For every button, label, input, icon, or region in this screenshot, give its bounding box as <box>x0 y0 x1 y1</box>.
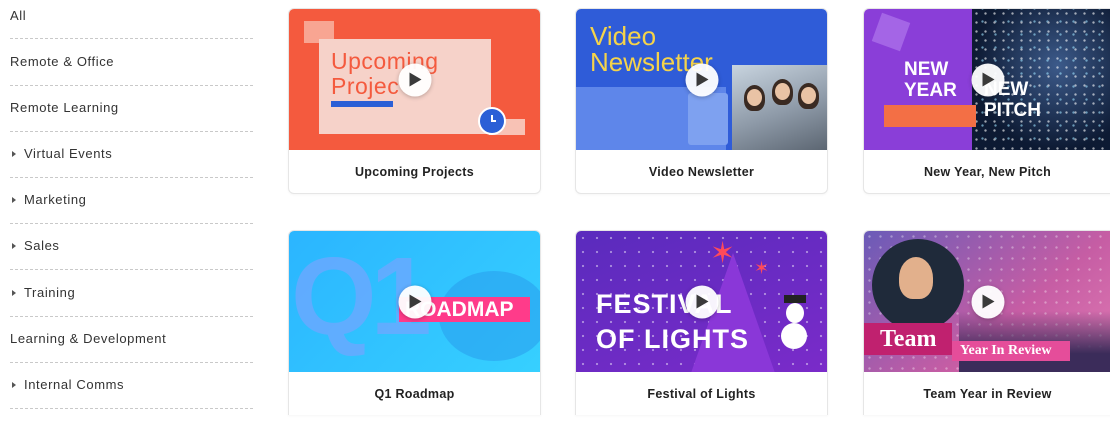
sidebar-item-internal-comms[interactable]: Internal Comms <box>10 377 253 423</box>
play-icon[interactable] <box>685 63 718 96</box>
thumbnail-photo <box>732 65 827 150</box>
divider <box>10 362 253 363</box>
thumbnail-word: FESTIVAL <box>596 289 733 319</box>
template-card-team-year-in-review[interactable]: Team Year In Review Team Year in Review <box>863 230 1110 415</box>
caret-right-icon <box>12 197 16 203</box>
template-card-festival-of-lights[interactable]: ✶ ✶ FESTIVAL OF LIGHTS Festival of Light… <box>575 230 828 415</box>
sidebar-item-all[interactable]: All <box>10 8 253 54</box>
thumbnail-word: NEW <box>904 59 949 80</box>
template-card-q1-roadmap[interactable]: Q1 ROADMAP Q1 Roadmap <box>288 230 541 415</box>
decor-shape <box>775 83 790 100</box>
sidebar-item-label: Sales <box>24 238 60 253</box>
divider <box>10 131 253 132</box>
divider <box>10 223 253 224</box>
thumbnail-text: FESTIVAL OF LIGHTS <box>596 287 749 357</box>
thumbnail-text: Year In Review <box>952 341 1070 361</box>
play-icon[interactable] <box>398 63 431 96</box>
sidebar-item-remote-learning[interactable]: Remote Learning <box>10 100 253 146</box>
document-icon <box>688 93 728 145</box>
decor-shape <box>871 12 911 52</box>
template-title: Video Newsletter <box>648 164 755 179</box>
sidebar-item-label: Internal Comms <box>24 377 125 392</box>
divider <box>10 269 253 270</box>
thumbnail-word: OF LIGHTS <box>596 324 749 354</box>
snowman-icon <box>781 323 807 349</box>
sidebar-item-label: All <box>10 8 27 23</box>
thumbnail-word: PITCH <box>984 100 1041 121</box>
sidebar-item-label: Training <box>24 285 76 300</box>
template-thumbnail: ✶ ✶ FESTIVAL OF LIGHTS <box>576 231 827 372</box>
sidebar-item-remote-office[interactable]: Remote & Office <box>10 54 253 100</box>
sidebar-item-label: Remote & Office <box>10 54 115 69</box>
caret-right-icon <box>12 243 16 249</box>
thumbnail-word: Video <box>590 21 657 51</box>
template-title: Festival of Lights <box>647 386 756 401</box>
template-title: Team Year in Review <box>923 386 1052 401</box>
clock-icon <box>478 107 506 135</box>
template-thumbnail: Q1 ROADMAP <box>289 231 540 372</box>
decor-bar <box>331 101 393 107</box>
template-thumbnail: NEW YEAR NEW PITCH <box>864 9 1110 150</box>
divider <box>10 177 253 178</box>
decor-shape <box>801 87 816 104</box>
star-icon: ✶ <box>710 237 736 270</box>
divider <box>10 38 253 39</box>
play-icon[interactable] <box>971 63 1004 96</box>
template-title: New Year, New Pitch <box>923 164 1052 179</box>
sidebar-item-label: Marketing <box>24 192 87 207</box>
sidebar-item-label: Virtual Events <box>24 146 113 161</box>
divider <box>10 85 253 86</box>
template-card-video-newsletter[interactable]: Video Newsletter Video Newsletter <box>575 8 828 194</box>
star-icon: ✶ <box>754 258 770 278</box>
caret-right-icon <box>12 290 16 296</box>
play-icon[interactable] <box>398 285 431 318</box>
template-title: Q1 Roadmap <box>374 386 455 401</box>
person-photo <box>899 257 933 299</box>
sidebar-item-training[interactable]: Training <box>10 285 253 331</box>
sidebar-item-learning-development[interactable]: Learning & Development <box>10 331 253 377</box>
template-card-new-year-new-pitch[interactable]: NEW YEAR NEW PITCH New Year, New Pitch <box>863 8 1110 194</box>
snowman-icon <box>786 303 804 323</box>
sidebar-item-label: Learning & Development <box>10 331 167 346</box>
sidebar-item-sales[interactable]: Sales <box>10 238 253 284</box>
decor-bar <box>884 105 976 127</box>
decor-shape <box>747 89 762 106</box>
play-icon[interactable] <box>685 285 718 318</box>
thumbnail-text: NEW YEAR <box>904 59 957 101</box>
divider <box>10 316 253 317</box>
template-thumbnail: Video Newsletter <box>576 9 827 150</box>
divider <box>10 408 253 409</box>
template-card-upcoming-projects[interactable]: Upcoming Projec Upcoming Projects <box>288 8 541 194</box>
play-icon[interactable] <box>971 285 1004 318</box>
sidebar-item-label: Remote Learning <box>10 100 119 115</box>
sidebar-item-virtual-events[interactable]: Virtual Events <box>10 146 253 192</box>
thumbnail-word: YEAR <box>904 80 957 101</box>
caret-right-icon <box>12 151 16 157</box>
template-title: Upcoming Projects <box>354 164 474 179</box>
caret-right-icon <box>12 382 16 388</box>
decor-shape <box>784 295 806 303</box>
thumbnail-text: Team <box>864 323 952 355</box>
template-thumbnail: Team Year In Review <box>864 231 1110 372</box>
sidebar-item-marketing[interactable]: Marketing <box>10 192 253 238</box>
template-thumbnail: Upcoming Projec <box>289 9 540 150</box>
